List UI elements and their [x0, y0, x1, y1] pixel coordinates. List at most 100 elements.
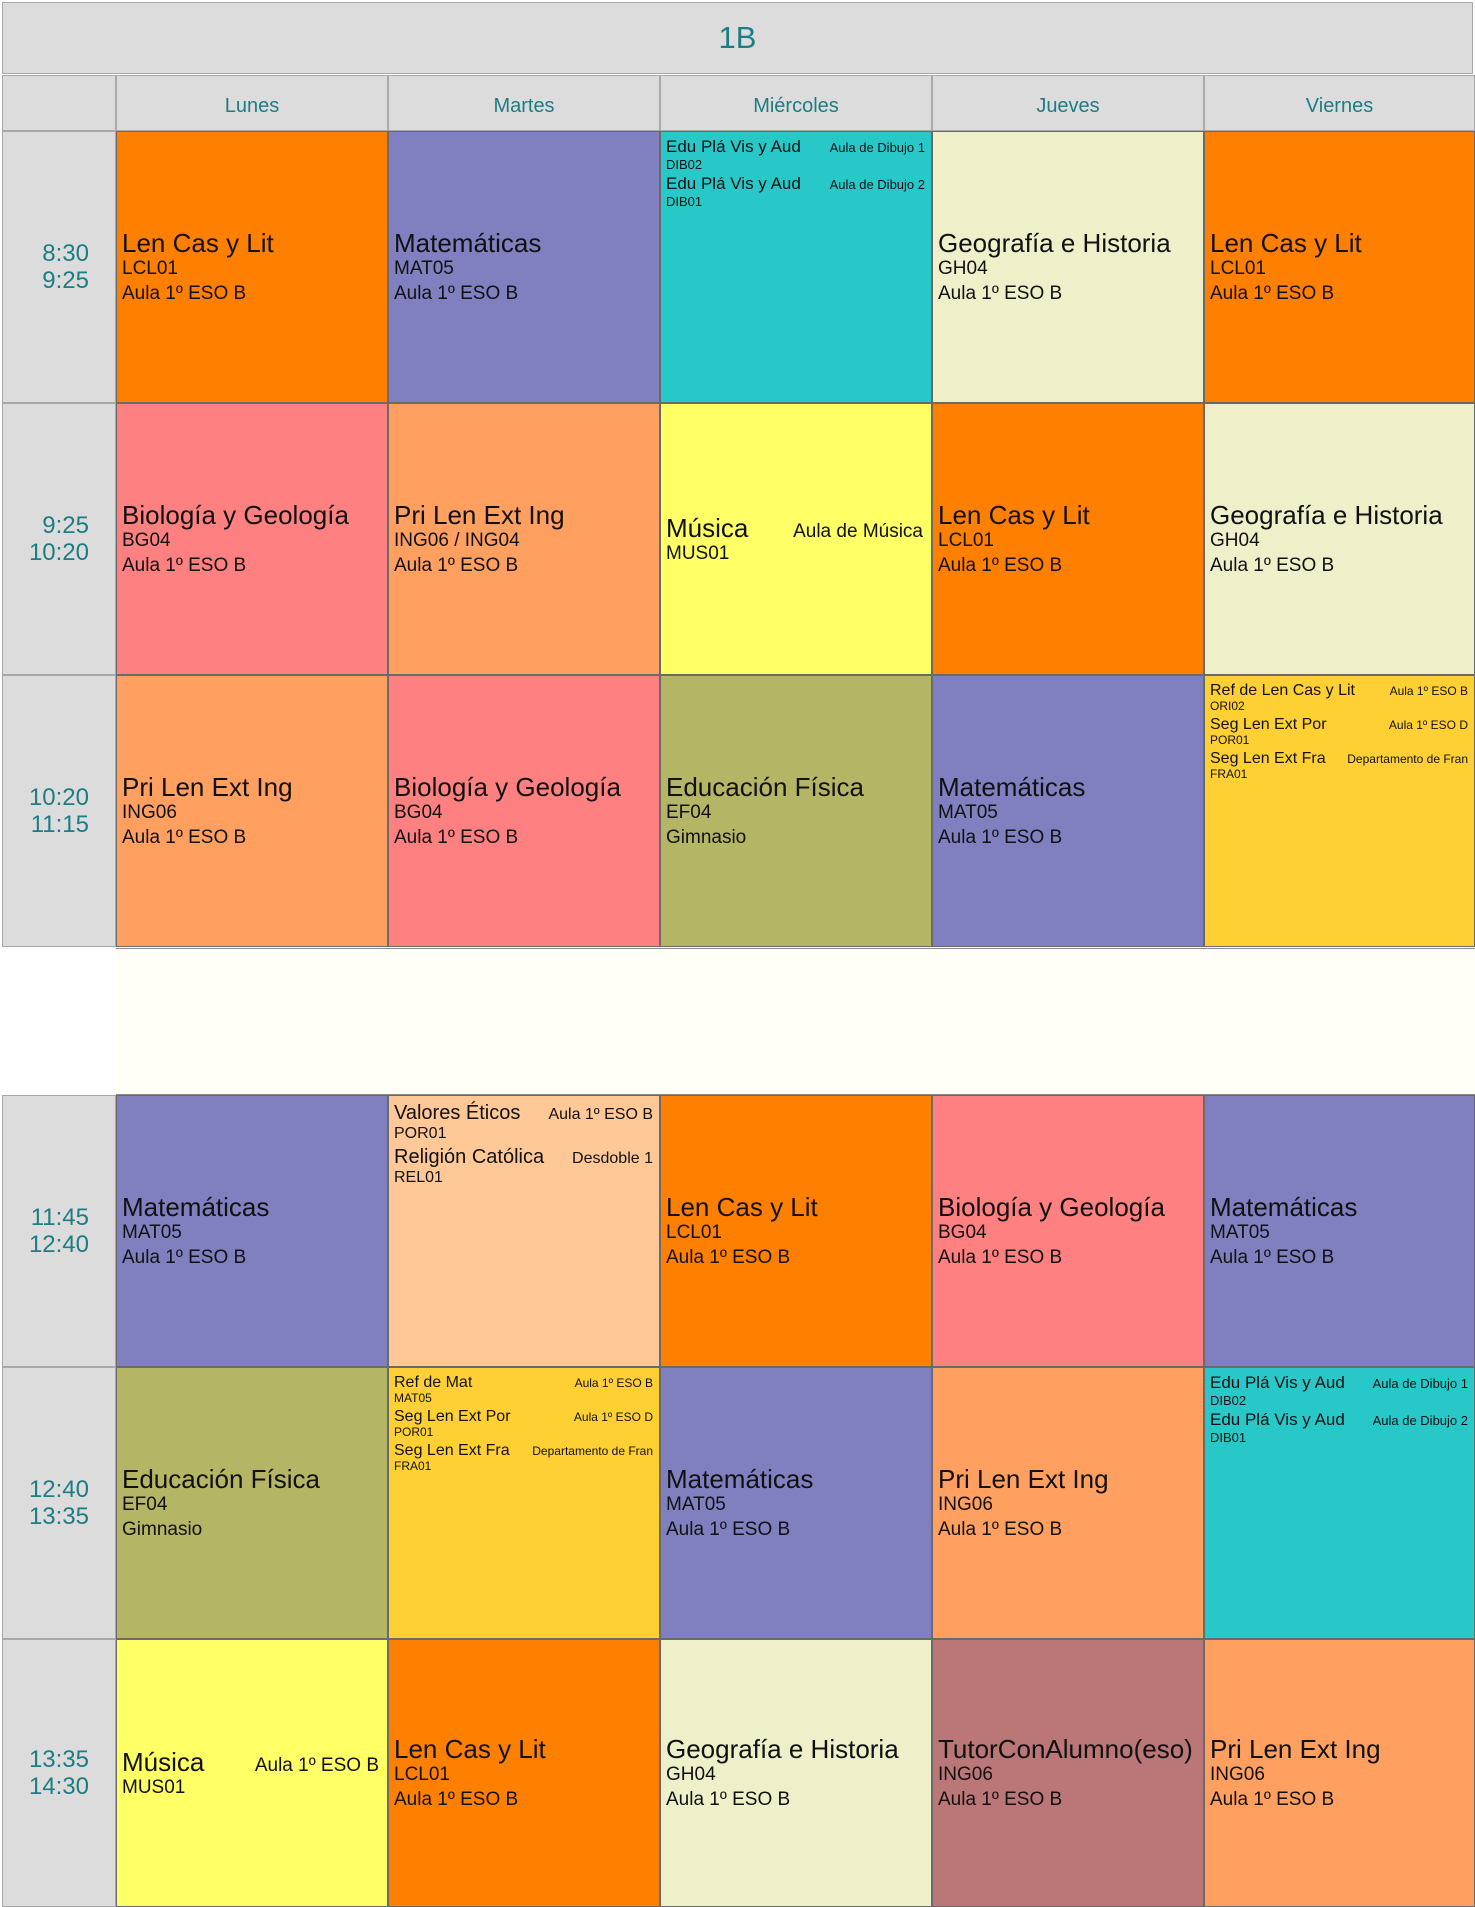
subject-name: Seg Len Ext Fra	[1210, 750, 1326, 767]
class-cell: Edu Plá Vis y Aud Aula de Dibujo 1 DIB02 Ed…	[1204, 1367, 1475, 1639]
room-name: Aula 1º ESO B	[548, 1106, 653, 1123]
class-entry: Seg Len Ext Fra Departamento de Fran FRA01	[394, 1441, 653, 1473]
room-name: Aula 1º ESO B	[938, 554, 1063, 576]
timetable: 1B Lunes Martes Miércoles Jueves Viernes 8:3…	[0, 0, 1475, 1907]
class-cell: Educación Física EF04 Gimnasio	[660, 675, 932, 947]
group-code: FRA01	[394, 1459, 432, 1473]
group-code: POR01	[394, 1425, 434, 1439]
day-header-2: Miércoles	[660, 75, 932, 131]
subject-name: Ref de Len Cas y Lit	[1210, 682, 1355, 699]
entry-header: Seg Len Ext Fra Departamento de Fran	[1210, 749, 1468, 768]
group-code: FRA01	[1210, 767, 1248, 781]
slot-end-time: 10:20	[28, 539, 89, 566]
time-slot-2: 10:20 11:15	[2, 675, 116, 947]
room-name: Aula 1º ESO B	[666, 1246, 791, 1268]
class-entry: Edu Plá Vis y Aud Aula de Dibujo 2 DIB01	[666, 174, 925, 209]
group-code: POR01	[394, 1125, 447, 1142]
day-header-4: Viernes	[1204, 75, 1475, 131]
group-code: REL01	[394, 1169, 443, 1186]
subject-name: Biología y Geología	[122, 499, 349, 530]
group-code: LCL01	[394, 1763, 450, 1785]
slot-end-time: 14:30	[28, 1773, 89, 1800]
room-name: Aula 1º ESO B	[394, 826, 519, 848]
class-cell: Len Cas y Lit LCL01 Aula 1º ESO B	[932, 403, 1204, 675]
group-code: EF04	[666, 801, 712, 823]
class-cell: Música Aula de Música MUS01	[660, 403, 932, 675]
group-code: POR01	[1210, 733, 1250, 747]
room-name: Aula 1º ESO B	[122, 1246, 247, 1268]
slot-start-time: 13:35	[28, 1746, 89, 1773]
class-cell: Len Cas y Lit LCL01 Aula 1º ESO B	[388, 1639, 660, 1907]
class-entry: Edu Plá Vis y Aud Aula de Dibujo 1 DIB02	[1210, 1373, 1468, 1408]
room-name: Aula 1º ESO B	[666, 1518, 791, 1540]
slot-end-time: 11:15	[30, 811, 89, 838]
room-name: Aula 1º ESO B	[938, 282, 1063, 304]
class-cell: Ref de Len Cas y Lit Aula 1º ESO B ORI02 Se…	[1204, 675, 1475, 947]
class-cell: Educación Física EF04 Gimnasio	[116, 1367, 388, 1639]
subject-name: Seg Len Ext Fra	[394, 1442, 510, 1459]
entry-header: Religión Católica Desdoble 1	[394, 1145, 653, 1169]
group-code: BG04	[938, 1221, 987, 1243]
subject-name: Educación Física	[122, 1463, 320, 1494]
class-cell: Biología y Geología BG04 Aula 1º ESO B	[932, 1095, 1204, 1367]
break-row	[116, 948, 1475, 1095]
room-name: Aula 1º ESO B	[122, 826, 247, 848]
subject-name: Len Cas y Lit	[122, 227, 274, 258]
slot-start-time: 8:30	[42, 240, 89, 267]
subject-name: Educación Física	[666, 771, 864, 802]
group-code: ING06	[938, 1763, 993, 1785]
room-name: Aula 1º ESO B	[666, 1788, 791, 1810]
room-name: Aula 1º ESO B	[938, 1246, 1063, 1268]
group-code: MAT05	[938, 801, 998, 823]
entry-header: Música Aula 1º ESO B	[122, 1747, 379, 1777]
class-cell: Matemáticas MAT05 Aula 1º ESO B	[1204, 1095, 1475, 1367]
class-cell: Pri Len Ext Ing ING06 Aula 1º ESO B	[932, 1367, 1204, 1639]
group-code: DIB02	[1210, 1393, 1247, 1408]
day-header-1: Martes	[388, 75, 660, 131]
class-cell: Len Cas y Lit LCL01 Aula 1º ESO B	[116, 131, 388, 403]
room-name: Aula 1º ESO B	[122, 554, 247, 576]
entry-header: Ref de Mat Aula 1º ESO B	[394, 1373, 653, 1392]
time-slot-3: 11:45 12:40	[2, 1095, 116, 1367]
entry-header: Valores Éticos Aula 1º ESO B	[394, 1101, 653, 1125]
room-name: Aula 1º ESO B	[1210, 554, 1335, 576]
class-cell: Matemáticas MAT05 Aula 1º ESO B	[660, 1367, 932, 1639]
class-cell: Matemáticas MAT05 Aula 1º ESO B	[932, 675, 1204, 947]
class-cell: Len Cas y Lit LCL01 Aula 1º ESO B	[1204, 131, 1475, 403]
class-cell: Biología y Geología BG04 Aula 1º ESO B	[388, 675, 660, 947]
group-code: DIB02	[666, 157, 703, 172]
class-cell: Edu Plá Vis y Aud Aula de Dibujo 1 DIB02 Ed…	[660, 131, 932, 403]
group-code: LCL01	[666, 1221, 722, 1243]
subject-name: Matemáticas	[1210, 1191, 1358, 1222]
subject-name: Biología y Geología	[938, 1191, 1165, 1222]
group-code: GH04	[938, 257, 988, 279]
class-cell: Pri Len Ext Ing ING06 Aula 1º ESO B	[116, 675, 388, 947]
group-code: DIB01	[1210, 1430, 1247, 1445]
subject-name: Matemáticas	[666, 1463, 814, 1494]
subject-name: Geografía e Historia	[1210, 499, 1443, 530]
subject-name: Pri Len Ext Ing	[1210, 1733, 1381, 1764]
group-code: DIB01	[666, 194, 703, 209]
subject-name: Seg Len Ext Por	[1210, 716, 1327, 733]
entry-header: Ref de Len Cas y Lit Aula 1º ESO B	[1210, 681, 1468, 700]
slot-start-time: 12:40	[28, 1476, 89, 1503]
subject-name: Geografía e Historia	[938, 227, 1171, 258]
room-name: Aula de Dibujo 1	[1372, 1376, 1468, 1391]
class-cell: Biología y Geología BG04 Aula 1º ESO B	[116, 403, 388, 675]
group-code: ING06	[938, 1493, 993, 1515]
header-corner	[2, 75, 116, 131]
time-slot-1: 9:25 10:20	[2, 403, 116, 675]
subject-name: Len Cas y Lit	[666, 1191, 818, 1222]
class-cell: Pri Len Ext Ing ING06 Aula 1º ESO B	[1204, 1639, 1475, 1907]
room-name: Aula 1º ESO B	[1210, 1788, 1335, 1810]
day-header-3: Jueves	[932, 75, 1204, 131]
class-cell: Pri Len Ext Ing ING06 / ING04 Aula 1º ESO …	[388, 403, 660, 675]
subject-name: Len Cas y Lit	[1210, 227, 1362, 258]
group-code: GH04	[1210, 529, 1260, 551]
room-name: Departamento de Fran	[1347, 752, 1468, 766]
room-name: Aula 1º ESO B	[1389, 684, 1468, 698]
subject-name: Música	[666, 513, 749, 543]
entry-header: Música Aula de Música	[666, 513, 923, 543]
subject-name: Geografía e Historia	[666, 1733, 899, 1764]
room-name: Departamento de Fran	[532, 1444, 653, 1458]
